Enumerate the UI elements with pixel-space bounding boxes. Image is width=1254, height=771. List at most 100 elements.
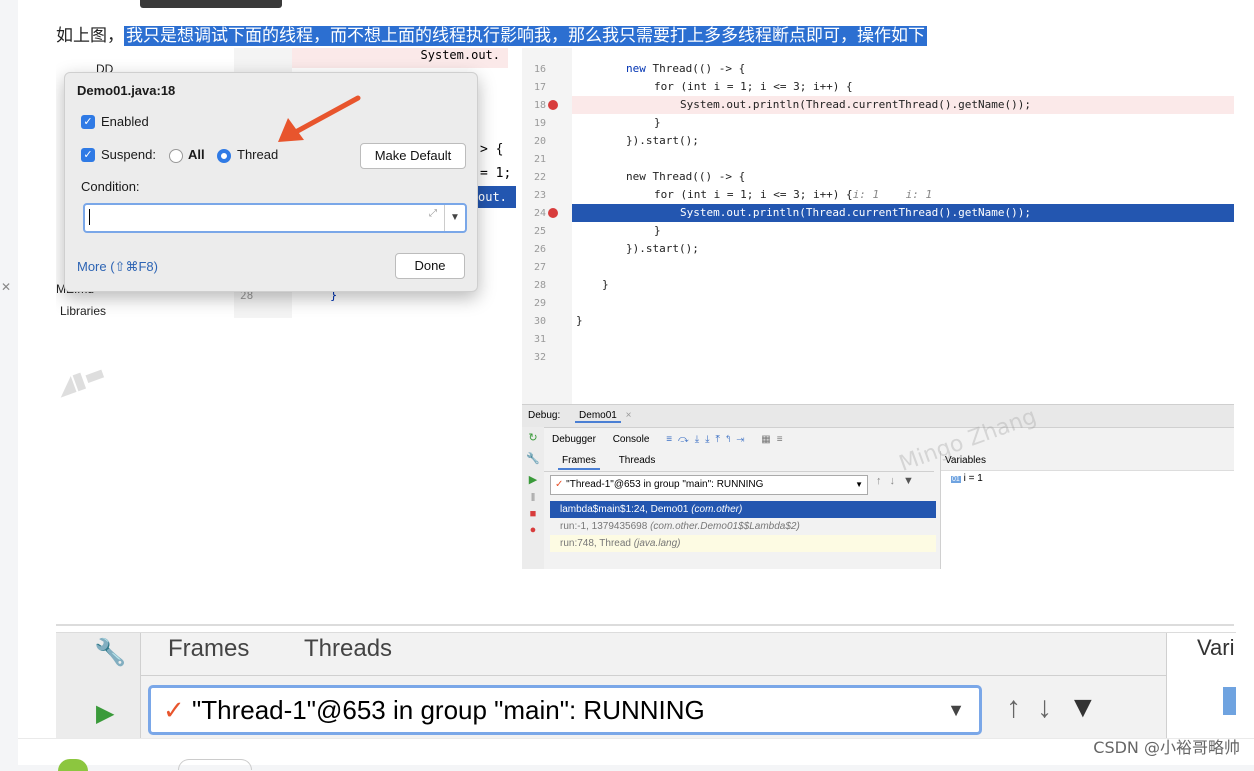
watermark: ◢▮▬	[56, 360, 109, 401]
zoom-thread-select[interactable]: ✓ "Thread-1"@653 in group "main": RUNNIN…	[148, 685, 982, 735]
tab-threads[interactable]: Threads	[619, 455, 656, 466]
line-number: 18	[533, 100, 546, 111]
close-tab-icon[interactable]: ×	[626, 410, 632, 421]
console-tab[interactable]: Console	[613, 434, 650, 445]
line-number: 21	[533, 154, 546, 165]
code-line-20: }).start();	[626, 134, 699, 147]
check-icon: ✓	[163, 695, 185, 725]
csdn-watermark: CSDN @小裕哥略帅	[1093, 738, 1240, 757]
line-number: 16	[533, 64, 546, 75]
debug-toolbar: Debugger Console ≡⤼⤓⤓⤒↰⇥ ▦≡	[544, 429, 1234, 451]
thread-nav-icons[interactable]: ↑↓▼	[876, 475, 922, 487]
zoom-variables-header: Vari	[1197, 635, 1235, 660]
left-edge-strip: ✕	[0, 0, 18, 764]
enabled-checkbox[interactable]: ✓	[81, 115, 95, 129]
variables-header: Variables	[941, 451, 1234, 471]
chevron-down-icon[interactable]: ▼	[947, 688, 965, 732]
tab-demo01[interactable]: Demo01	[575, 410, 621, 423]
left-breakpoint-line: System.out.	[292, 48, 508, 68]
left-code-eq: = 1;	[480, 166, 512, 181]
zoom-tab-divider	[140, 675, 1166, 676]
thread-select-value: "Thread-1"@653 in group "main": RUNNING	[566, 479, 764, 490]
table-icons[interactable]: ▦≡	[761, 434, 788, 445]
resume-icon[interactable]: ▶	[96, 699, 114, 728]
line-number: 22	[533, 172, 546, 183]
variables-pane: Variables 01 i = 1	[940, 451, 1234, 569]
article-caption: 如上图， 我只是想调试下面的线程，而不想上面的线程执行影响我，那么我只需要打上多多…	[56, 22, 927, 50]
rerun-icon[interactable]: ↻	[522, 431, 544, 444]
variable-row[interactable]: 01 i = 1	[941, 471, 1234, 486]
line-number: 29	[533, 298, 546, 309]
chevron-down-icon[interactable]: ▼	[855, 476, 863, 494]
line-number: 24	[533, 208, 546, 219]
enabled-label: Enabled	[101, 114, 149, 129]
line-number: 31	[533, 334, 546, 345]
line-number: 23	[533, 190, 546, 201]
more-link[interactable]: More (⇧⌘F8)	[77, 259, 158, 275]
line-number: 27	[533, 262, 546, 273]
bottom-bar	[18, 738, 1254, 771]
wrench-icon[interactable]: 🔧	[94, 637, 126, 668]
line-number: 28	[533, 280, 546, 291]
breakpoint-dialog: Demo01.java:18 ✓ Enabled ✓ Suspend: All …	[64, 72, 478, 292]
chevron-down-icon[interactable]: ▼	[444, 205, 465, 231]
line-number: 26	[533, 244, 546, 255]
close-icon[interactable]: ✕	[1, 280, 11, 294]
expand-icon[interactable]: ⤢	[429, 208, 437, 219]
breakpoint-icon[interactable]	[548, 208, 558, 218]
debug-side-toolbar: ↻ 🔧 ▶ ‖ ■ ●	[522, 427, 544, 569]
make-default-button[interactable]: Make Default	[360, 143, 466, 169]
radio-thread[interactable]	[217, 149, 231, 163]
thread-label: Thread	[237, 147, 279, 162]
zoom-tab-threads[interactable]: Threads	[304, 635, 392, 663]
code-line-28: }	[602, 278, 609, 291]
line-number: 20	[533, 136, 546, 147]
debug-panel: Debug: Demo01 × ↻ 🔧 ▶ ‖ ■ ● Debugger Con…	[522, 404, 1234, 569]
breakpoint-icon[interactable]	[548, 100, 558, 110]
resume-icon[interactable]: ▶	[522, 473, 544, 486]
code-line-23: for (int i = 1; i <= 3; i++) {i: 1 i: 1	[654, 188, 933, 201]
tab-frames[interactable]: Frames	[558, 455, 600, 470]
frame-row-2[interactable]: run:748, Thread (java.lang)	[550, 535, 936, 552]
condition-input[interactable]: ⤢ ▼	[83, 203, 467, 233]
done-button[interactable]: Done	[395, 253, 465, 279]
avatar[interactable]	[58, 759, 88, 771]
line-number: 17	[533, 82, 546, 93]
line-number: 30	[533, 316, 546, 327]
debugger-tab[interactable]: Debugger	[552, 434, 596, 445]
inline-hint: i: 1 i: 1	[852, 188, 933, 201]
code-line-25: }	[654, 224, 661, 237]
step-icons[interactable]: ≡⤼⤓⤓⤒↰⇥	[666, 434, 750, 445]
dialog-title: Demo01.java:18	[77, 83, 176, 98]
code-line-19: }	[654, 116, 661, 129]
left-code-selection: out.	[474, 186, 516, 208]
ide-screenshot: System.out. > { = 1; out. DD 28 } ME.md …	[56, 48, 1234, 626]
frame-row-0[interactable]: lambda$main$1:24, Demo01 (com.other)	[550, 501, 936, 518]
stop-icon[interactable]: ■	[522, 508, 544, 520]
suspend-label: Suspend:	[101, 147, 156, 162]
caption-highlight: 我只是想调试下面的线程，而不想上面的线程执行影响我，那么我只需要打上多多线程断点…	[124, 26, 927, 46]
follow-button[interactable]	[178, 759, 252, 770]
caption-prefix: 如上图，	[56, 26, 124, 46]
pause-icon[interactable]: ‖	[522, 492, 544, 504]
variable-icon	[1223, 687, 1236, 715]
suspend-checkbox[interactable]: ✓	[81, 148, 95, 162]
code-line-30: }	[576, 314, 583, 327]
code-line-18: System.out.println(Thread.currentThread(…	[680, 98, 1031, 111]
all-label: All	[188, 147, 205, 162]
zoomed-debug-strip: 🔧 ▶ Frames Threads ✓ "Thread-1"@653 in g…	[56, 632, 1236, 739]
text-cursor	[89, 209, 90, 225]
frames-threads-tabs: Frames Threads	[544, 451, 934, 472]
line-number: 19	[533, 118, 546, 129]
view-breakpoints-icon[interactable]: ●	[522, 524, 544, 536]
zoom-tab-frames[interactable]: Frames	[168, 635, 249, 663]
variable-icon: 01	[951, 476, 961, 483]
code-line-17: for (int i = 1; i <= 3; i++) {	[654, 80, 853, 93]
thread-select[interactable]: ✓ "Thread-1"@653 in group "main": RUNNIN…	[550, 475, 868, 495]
zoom-nav-icons[interactable]: ↑↓▼	[1006, 691, 1114, 725]
debug-label: Debug:	[528, 410, 561, 421]
check-icon: ✓	[555, 479, 564, 490]
wrench-icon[interactable]: 🔧	[522, 452, 544, 465]
radio-all[interactable]	[169, 149, 183, 163]
frame-row-1[interactable]: run:-1, 1379435698 (com.other.Demo01$$La…	[550, 518, 936, 535]
